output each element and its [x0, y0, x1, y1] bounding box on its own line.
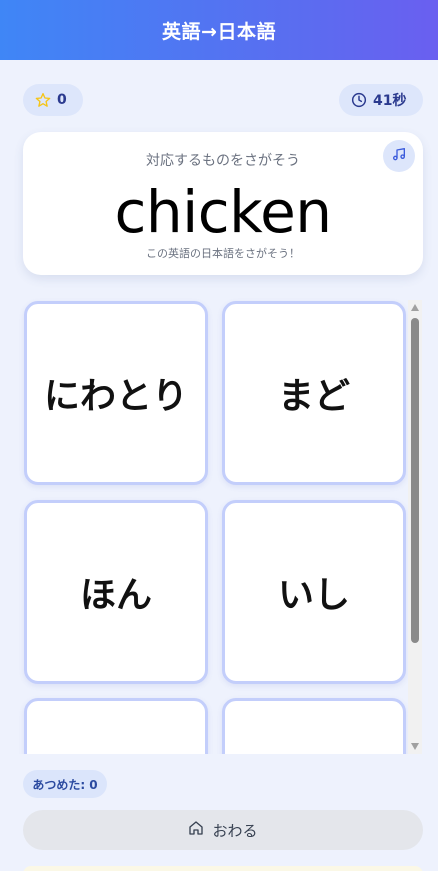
- scroll-down-arrow[interactable]: [411, 743, 419, 750]
- choice-card[interactable]: まど: [222, 301, 406, 485]
- bottom-panel-edge: [23, 866, 423, 871]
- choice-card[interactable]: [222, 698, 406, 754]
- page-title: 英語→日本語: [162, 20, 276, 43]
- timer-value: 41秒: [373, 93, 407, 109]
- grid-scrollbar[interactable]: [408, 300, 422, 754]
- score-value: 0: [57, 92, 67, 108]
- clock-icon: [351, 92, 367, 108]
- choice-label: まど: [277, 376, 350, 417]
- home-icon: [188, 820, 204, 840]
- timer-badge: 41秒: [339, 84, 423, 116]
- scroll-thumb[interactable]: [411, 318, 419, 643]
- choice-label: いし: [277, 575, 350, 616]
- star-icon: [35, 92, 51, 108]
- choice-label: にわとり: [43, 376, 188, 417]
- finish-button[interactable]: おわる: [23, 810, 423, 850]
- prompt-card: 対応するものをさがそう chicken この英語の日本語をさがそう！: [23, 132, 423, 275]
- choice-label: ほん: [79, 575, 152, 616]
- prompt-word: chicken: [114, 178, 332, 246]
- choice-card[interactable]: [24, 698, 208, 754]
- prompt-hint: この英語の日本語をさがそう！: [146, 247, 300, 260]
- score-badge: 0: [23, 84, 83, 116]
- app-header: 英語→日本語: [0, 0, 438, 60]
- scroll-up-arrow[interactable]: [411, 304, 419, 311]
- collected-count-badge: あつめた: 0: [23, 770, 107, 798]
- play-sound-button[interactable]: [383, 140, 415, 172]
- choice-card[interactable]: にわとり: [24, 301, 208, 485]
- choice-card[interactable]: ほん: [24, 500, 208, 684]
- prompt-instruction: 対応するものをさがそう: [146, 153, 300, 169]
- choice-card[interactable]: いし: [222, 500, 406, 684]
- choice-grid[interactable]: にわとり まど ほん いし: [18, 297, 424, 754]
- finish-label: おわる: [212, 821, 258, 840]
- music-note-icon: [391, 146, 407, 166]
